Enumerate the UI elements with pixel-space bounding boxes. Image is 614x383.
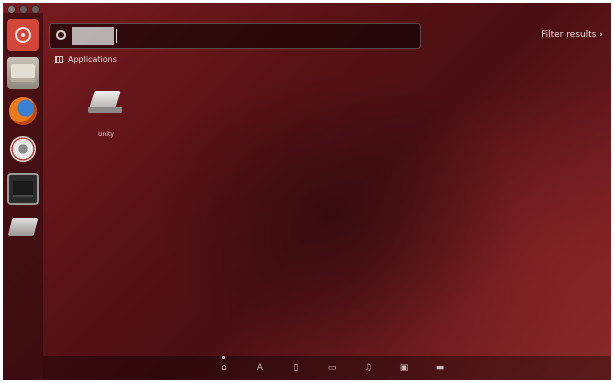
laptop-screen-shape — [89, 91, 121, 108]
applications-section-header[interactable]: Applications — [55, 55, 117, 64]
dash-home-button[interactable] — [7, 19, 39, 51]
app-result-label: Unity — [98, 131, 114, 138]
launcher — [3, 13, 43, 380]
gear-icon — [10, 136, 36, 162]
search-icon — [56, 30, 66, 40]
laptop-app-launcher-button[interactable] — [7, 211, 39, 243]
applications-category-icon — [55, 56, 63, 63]
laptop-icon — [88, 87, 124, 117]
dash-search-bar[interactable] — [49, 23, 421, 49]
lens-bar: ⌂ A ▯ ▭ ♫ ▣ ▬ — [43, 356, 611, 380]
system-settings-launcher-button[interactable] — [7, 133, 39, 165]
files-launcher-button[interactable] — [7, 57, 39, 89]
app-result-tile[interactable]: Unity — [81, 87, 131, 149]
unity-desktop: Filter results › Applications Unity ⌂ A … — [3, 3, 611, 380]
search-input[interactable] — [72, 28, 412, 44]
filter-results-button[interactable]: Filter results › — [541, 30, 603, 40]
photos-lens-icon[interactable]: ▣ — [398, 362, 410, 374]
ubuntu-logo-icon — [15, 27, 31, 43]
terminal-launcher-button[interactable] — [7, 173, 39, 205]
video-lens-icon[interactable]: ▭ — [326, 362, 338, 374]
music-lens-icon[interactable]: ♫ — [362, 362, 374, 374]
social-lens-icon[interactable]: ▬ — [434, 362, 446, 374]
applications-lens-icon[interactable]: A — [254, 362, 266, 374]
laptop-icon — [7, 218, 39, 236]
laptop-base-shape — [88, 107, 122, 113]
firefox-launcher-button[interactable] — [7, 95, 39, 127]
home-lens-icon[interactable]: ⌂ — [218, 362, 230, 374]
filter-results-label: Filter results — [541, 30, 597, 40]
files-lens-icon[interactable]: ▯ — [290, 362, 302, 374]
section-title: Applications — [68, 55, 117, 64]
active-lens-indicator — [222, 356, 225, 359]
firefox-icon — [9, 97, 37, 125]
chevron-right-icon: › — [599, 30, 603, 40]
